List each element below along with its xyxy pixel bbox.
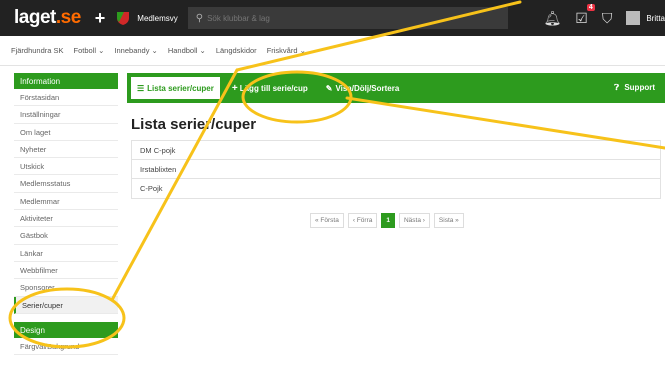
sidebar-item-gastbok[interactable]: Gästbok — [14, 227, 118, 245]
list-item[interactable]: C-Pojk — [132, 179, 660, 198]
subnav-item-innebandy[interactable]: Innebandy ⌄ — [114, 46, 157, 55]
support-button[interactable]: ❓︎ Support — [614, 83, 655, 93]
sidebar-item-installningar[interactable]: Inställningar — [14, 106, 118, 124]
sidebar-item-medlemsstatus[interactable]: Medlemsstatus — [14, 175, 118, 193]
series-list: DM C-pojk Irstablixten C-Pojk — [131, 140, 661, 199]
checklist-icon[interactable]: ☑ 4 — [575, 3, 595, 27]
list-item[interactable]: DM C-pojk — [132, 141, 660, 160]
action-toolbar: ☰ Lista serier/cuper + Lägg till serie/c… — [127, 73, 665, 103]
top-bar: laget.se + Medlemsvy ⚲ 🔔︎ ☑4 ⛉ Britta — [0, 0, 665, 36]
search-input[interactable] — [207, 13, 488, 23]
wrench-icon: ✎ — [325, 83, 333, 93]
list-item[interactable]: Irstablixten — [132, 160, 660, 179]
sidebar-item-serier-cuper[interactable]: Serier/cuper — [14, 296, 118, 314]
bell-icon[interactable]: 🔔︎ — [543, 10, 561, 27]
club-shield-icon[interactable] — [115, 10, 131, 26]
plus-icon[interactable]: + — [95, 9, 106, 27]
subnav-item-fotboll[interactable]: Fotboll ⌄ — [74, 46, 105, 55]
avatar[interactable] — [626, 11, 641, 25]
subnav-item-langdskidor[interactable]: Längdskidor — [216, 46, 257, 55]
notification-badge: 4 — [586, 3, 595, 11]
sidebar-item-om-laget[interactable]: Om laget — [14, 124, 118, 141]
sidebar-item-webbfilmer[interactable]: Webbfilmer — [14, 262, 118, 280]
shield-icon[interactable]: ⛉ — [602, 10, 613, 27]
sidebar-item-nyheter[interactable]: Nyheter — [14, 141, 118, 159]
pager-prev[interactable]: ‹ Förra — [347, 213, 378, 228]
help-icon: ❓︎ — [614, 83, 620, 92]
team-subnav: Fjärdhundra SK Fotboll ⌄ Innebandy ⌄ Han… — [0, 36, 665, 66]
sidebar-item-fargval[interactable]: Färgval/Bakgrund — [14, 338, 118, 356]
sidebar-item-utskick[interactable]: Utskick — [14, 158, 118, 176]
show-hide-sort-label: Visa/Dölj/Sortera — [335, 83, 400, 93]
support-label: Support — [624, 83, 655, 92]
logo-main: laget — [14, 7, 56, 28]
show-hide-sort-button[interactable]: ✎ Visa/Dölj/Sortera — [326, 84, 400, 93]
pagination: « Första ‹ Förra 1 Nästa › Sista » — [310, 213, 468, 228]
sidebar-item-aktiviteter[interactable]: Aktiviteter — [14, 210, 118, 228]
search-box[interactable]: ⚲ — [187, 7, 508, 29]
subnav-item-handboll[interactable]: Handboll ⌄ — [168, 46, 206, 55]
subnav-item-club[interactable]: Fjärdhundra SK — [11, 46, 64, 55]
pager-first[interactable]: « Första — [310, 213, 344, 228]
search-icon: ⚲ — [195, 12, 204, 24]
pager-next[interactable]: Nästa › — [398, 213, 430, 228]
list-series-label: Lista serier/cuper — [147, 83, 214, 93]
logo-suffix: .se — [55, 7, 81, 28]
member-view-label[interactable]: Medlemsvy — [137, 14, 177, 23]
add-series-label: Lägg till serie/cup — [239, 83, 308, 93]
pager-current[interactable]: 1 — [381, 213, 395, 228]
page-title: Lista serier/cuper — [131, 116, 257, 133]
top-icons: 🔔︎ ☑ 4 ⛉ Britta — [543, 0, 665, 36]
sidebar-section-information[interactable]: Information — [14, 73, 118, 89]
subnav-item-friskvard[interactable]: Friskvård ⌄ — [267, 46, 306, 55]
pager-last[interactable]: Sista » — [433, 213, 464, 228]
laget-logo[interactable]: laget .se — [14, 7, 81, 29]
list-icon: ☰ — [137, 83, 145, 93]
admin-sidebar: Information Förstasidan Inställningar Om… — [14, 73, 118, 356]
plus-icon: + — [231, 82, 238, 94]
sidebar-item-medlemmar[interactable]: Medlemmar — [14, 193, 118, 211]
list-series-button[interactable]: ☰ Lista serier/cuper — [131, 77, 220, 99]
sidebar-section-design[interactable]: Design — [14, 321, 118, 338]
user-name[interactable]: Britta — [646, 14, 665, 23]
sidebar-item-forstasidan[interactable]: Förstasidan — [14, 89, 118, 107]
sidebar-item-lankar[interactable]: Länkar — [14, 245, 118, 262]
sidebar-item-sponsorer[interactable]: Sponsorer — [14, 279, 118, 297]
add-series-button[interactable]: + Lägg till serie/cup — [232, 83, 308, 94]
